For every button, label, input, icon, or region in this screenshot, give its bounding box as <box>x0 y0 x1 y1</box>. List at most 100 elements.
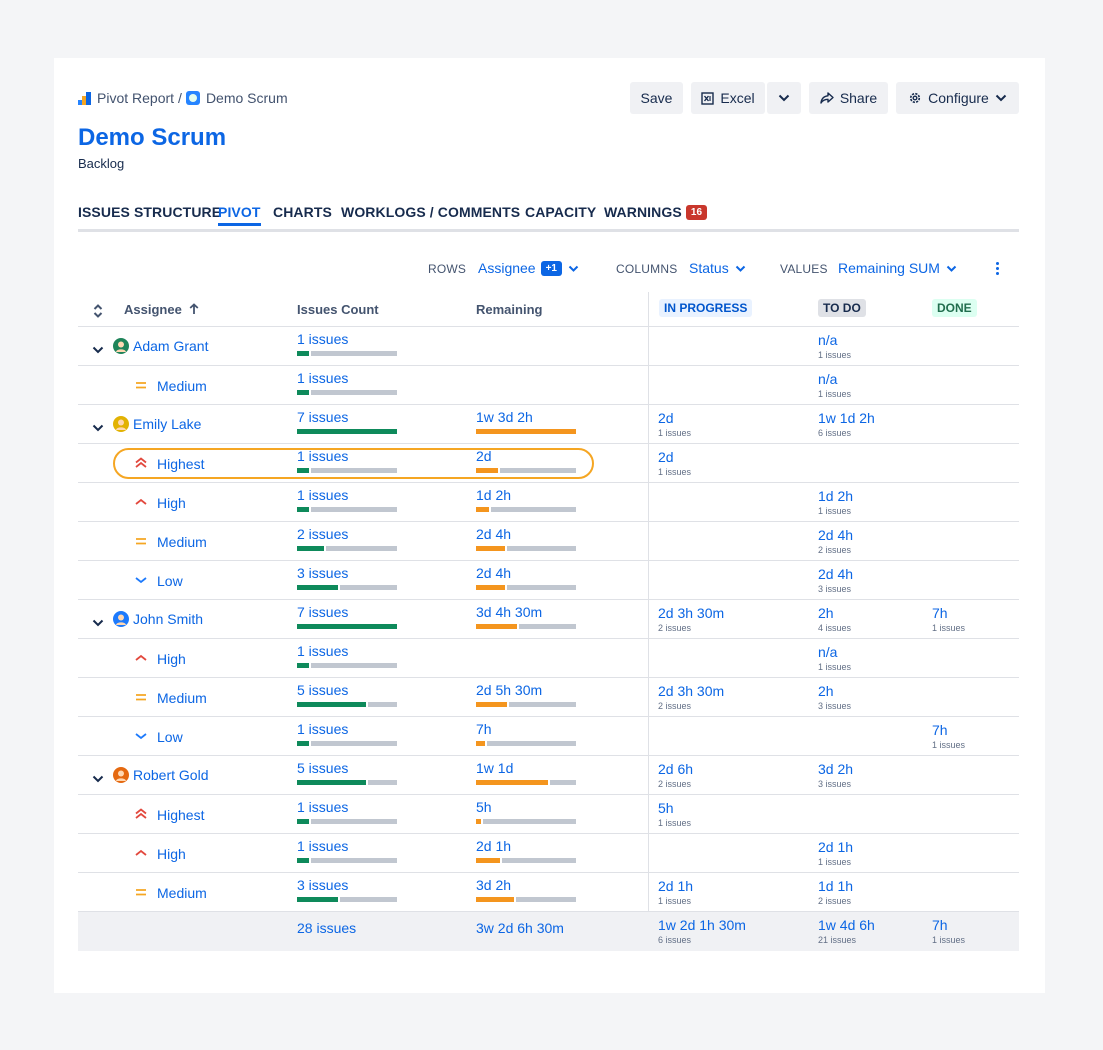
remaining-link[interactable]: 1w 3d 2h <box>476 409 533 425</box>
in-progress-cell[interactable]: 5h <box>658 800 674 816</box>
collapse-chevron-icon[interactable] <box>92 419 104 437</box>
todo-cell[interactable]: 2h <box>818 683 834 699</box>
priority-name-link[interactable]: Low <box>157 729 183 745</box>
issues-count-link[interactable]: 1 issues <box>297 448 348 464</box>
total-done-cell[interactable]: 7h <box>932 917 948 933</box>
issues-count-link[interactable]: 5 issues <box>297 760 348 776</box>
in-progress-cell[interactable]: 2d <box>658 449 674 465</box>
expand-collapse-all-icon[interactable] <box>93 304 103 318</box>
breadcrumb-project-link[interactable]: Demo Scrum <box>206 90 288 106</box>
remaining-column-header[interactable]: Remaining <box>476 302 542 317</box>
issues-count-link[interactable]: 5 issues <box>297 682 348 698</box>
in-progress-cell[interactable]: 2d 3h 30m <box>658 683 724 699</box>
in-progress-cell[interactable]: 2d 3h 30m <box>658 605 724 621</box>
todo-cell[interactable]: 1w 1d 2h <box>818 410 875 426</box>
issues-count-link[interactable]: 3 issues <box>297 877 348 893</box>
todo-cell[interactable]: n/a <box>818 332 837 348</box>
issues-count-link[interactable]: 1 issues <box>297 370 348 386</box>
issues-count-link[interactable]: 7 issues <box>297 604 348 620</box>
remaining-link[interactable]: 5h <box>476 799 492 815</box>
todo-cell[interactable]: 1d 2h <box>818 488 853 504</box>
issues-count-link[interactable]: 1 issues <box>297 331 348 347</box>
assignee-name-link[interactable]: John Smith <box>133 611 203 627</box>
breadcrumb-app-link[interactable]: Pivot Report <box>97 90 174 106</box>
remaining-link[interactable]: 1w 1d <box>476 760 513 776</box>
priority-name-link[interactable]: Medium <box>157 885 207 901</box>
more-options-icon[interactable] <box>996 262 1000 276</box>
columns-selector[interactable]: Status <box>689 260 746 276</box>
priority-name-link[interactable]: Medium <box>157 378 207 394</box>
todo-cell[interactable]: 3d 2h <box>818 761 853 777</box>
in-progress-cell[interactable]: 2d 6h <box>658 761 693 777</box>
collapse-chevron-icon[interactable] <box>92 341 104 359</box>
assignee-name-link[interactable]: Adam Grant <box>133 338 208 354</box>
total-issues-count-link[interactable]: 28 issues <box>297 920 356 936</box>
issues-count-link[interactable]: 1 issues <box>297 487 348 503</box>
save-button[interactable]: Save <box>630 82 683 114</box>
remaining-link[interactable]: 3d 4h 30m <box>476 604 542 620</box>
assignee-name-link[interactable]: Robert Gold <box>133 767 208 783</box>
tab-warnings[interactable]: WARNINGS 16 <box>604 204 708 220</box>
done-cell[interactable]: 7h <box>932 722 948 738</box>
remaining-link[interactable]: 2d 1h <box>476 838 511 854</box>
remaining-link[interactable]: 2d 4h <box>476 565 511 581</box>
share-button[interactable]: Share <box>809 82 888 114</box>
issues-count-link[interactable]: 1 issues <box>297 799 348 815</box>
todo-cell[interactable]: 2h <box>818 605 834 621</box>
priority-name-link[interactable]: High <box>157 495 186 511</box>
priority-name-link[interactable]: Low <box>157 573 183 589</box>
issues-count-link[interactable]: 1 issues <box>297 643 348 659</box>
assignee-name-link[interactable]: Emily Lake <box>133 416 201 432</box>
collapse-chevron-icon[interactable] <box>92 614 104 632</box>
remaining-link[interactable]: 3d 2h <box>476 877 511 893</box>
in-progress-cell[interactable]: 2d 1h <box>658 878 693 894</box>
todo-cell[interactable]: n/a <box>818 644 837 660</box>
todo-cell[interactable]: 1d 1h <box>818 878 853 894</box>
tab-worklogs-comments[interactable]: WORKLOGS / COMMENTS <box>341 204 520 220</box>
issues-count-bar <box>297 507 397 512</box>
done-column-header[interactable]: DONE <box>932 299 977 317</box>
issues-count-link[interactable]: 7 issues <box>297 409 348 425</box>
rows-selector[interactable]: Assignee +1 <box>478 260 579 276</box>
todo-cell-issues-count: 1 issues <box>818 662 852 672</box>
priority-name-link[interactable]: Highest <box>157 456 204 472</box>
issues-count-link[interactable]: 1 issues <box>297 721 348 737</box>
tab-pivot[interactable]: PIVOT <box>218 204 261 226</box>
remaining-link[interactable]: 1d 2h <box>476 487 511 503</box>
total-remaining-link[interactable]: 3w 2d 6h 30m <box>476 920 564 936</box>
issues-count-link[interactable]: 1 issues <box>297 838 348 854</box>
total-todo-cell[interactable]: 1w 4d 6h <box>818 917 875 933</box>
priority-name-link[interactable]: Medium <box>157 534 207 550</box>
issues-count-column-header[interactable]: Issues Count <box>297 302 379 317</box>
excel-button[interactable]: Excel <box>691 82 765 114</box>
in-progress-cell[interactable]: 2d <box>658 410 674 426</box>
priority-name-link[interactable]: Highest <box>157 807 204 823</box>
tab-charts[interactable]: CHARTS <box>273 204 332 220</box>
tab-capacity[interactable]: CAPACITY <box>525 204 596 220</box>
priority-name-link[interactable]: Medium <box>157 690 207 706</box>
in-progress-column-header[interactable]: IN PROGRESS <box>659 299 753 317</box>
issues-count-link[interactable]: 2 issues <box>297 526 348 542</box>
todo-cell[interactable]: 2d 4h <box>818 527 853 543</box>
priority-name-link[interactable]: High <box>157 846 186 862</box>
remaining-link[interactable]: 7h <box>476 721 492 737</box>
excel-options-dropdown[interactable] <box>767 82 801 114</box>
total-in-progress-cell[interactable]: 1w 2d 1h 30m <box>658 917 746 933</box>
todo-cell[interactable]: 2d 4h <box>818 566 853 582</box>
todo-cell[interactable]: 2d 1h <box>818 839 853 855</box>
done-cell[interactable]: 7h <box>932 605 948 621</box>
values-selector[interactable]: Remaining SUM <box>838 260 957 276</box>
share-icon <box>820 92 834 104</box>
todo-column-header[interactable]: TO DO <box>818 299 866 317</box>
remaining-link[interactable]: 2d <box>476 448 492 464</box>
assignee-column-header[interactable]: Assignee <box>124 302 199 317</box>
remaining-link[interactable]: 2d 4h <box>476 526 511 542</box>
issues-count-link[interactable]: 3 issues <box>297 565 348 581</box>
todo-cell[interactable]: n/a <box>818 371 837 387</box>
tab-issues-structure[interactable]: ISSUES STRUCTURE <box>78 204 221 220</box>
remaining-link[interactable]: 2d 5h 30m <box>476 682 542 698</box>
priority-name-link[interactable]: High <box>157 651 186 667</box>
configure-button[interactable]: Configure <box>896 82 1019 114</box>
todo-cell-issues-count: 2 issues <box>818 896 852 906</box>
collapse-chevron-icon[interactable] <box>92 770 104 788</box>
